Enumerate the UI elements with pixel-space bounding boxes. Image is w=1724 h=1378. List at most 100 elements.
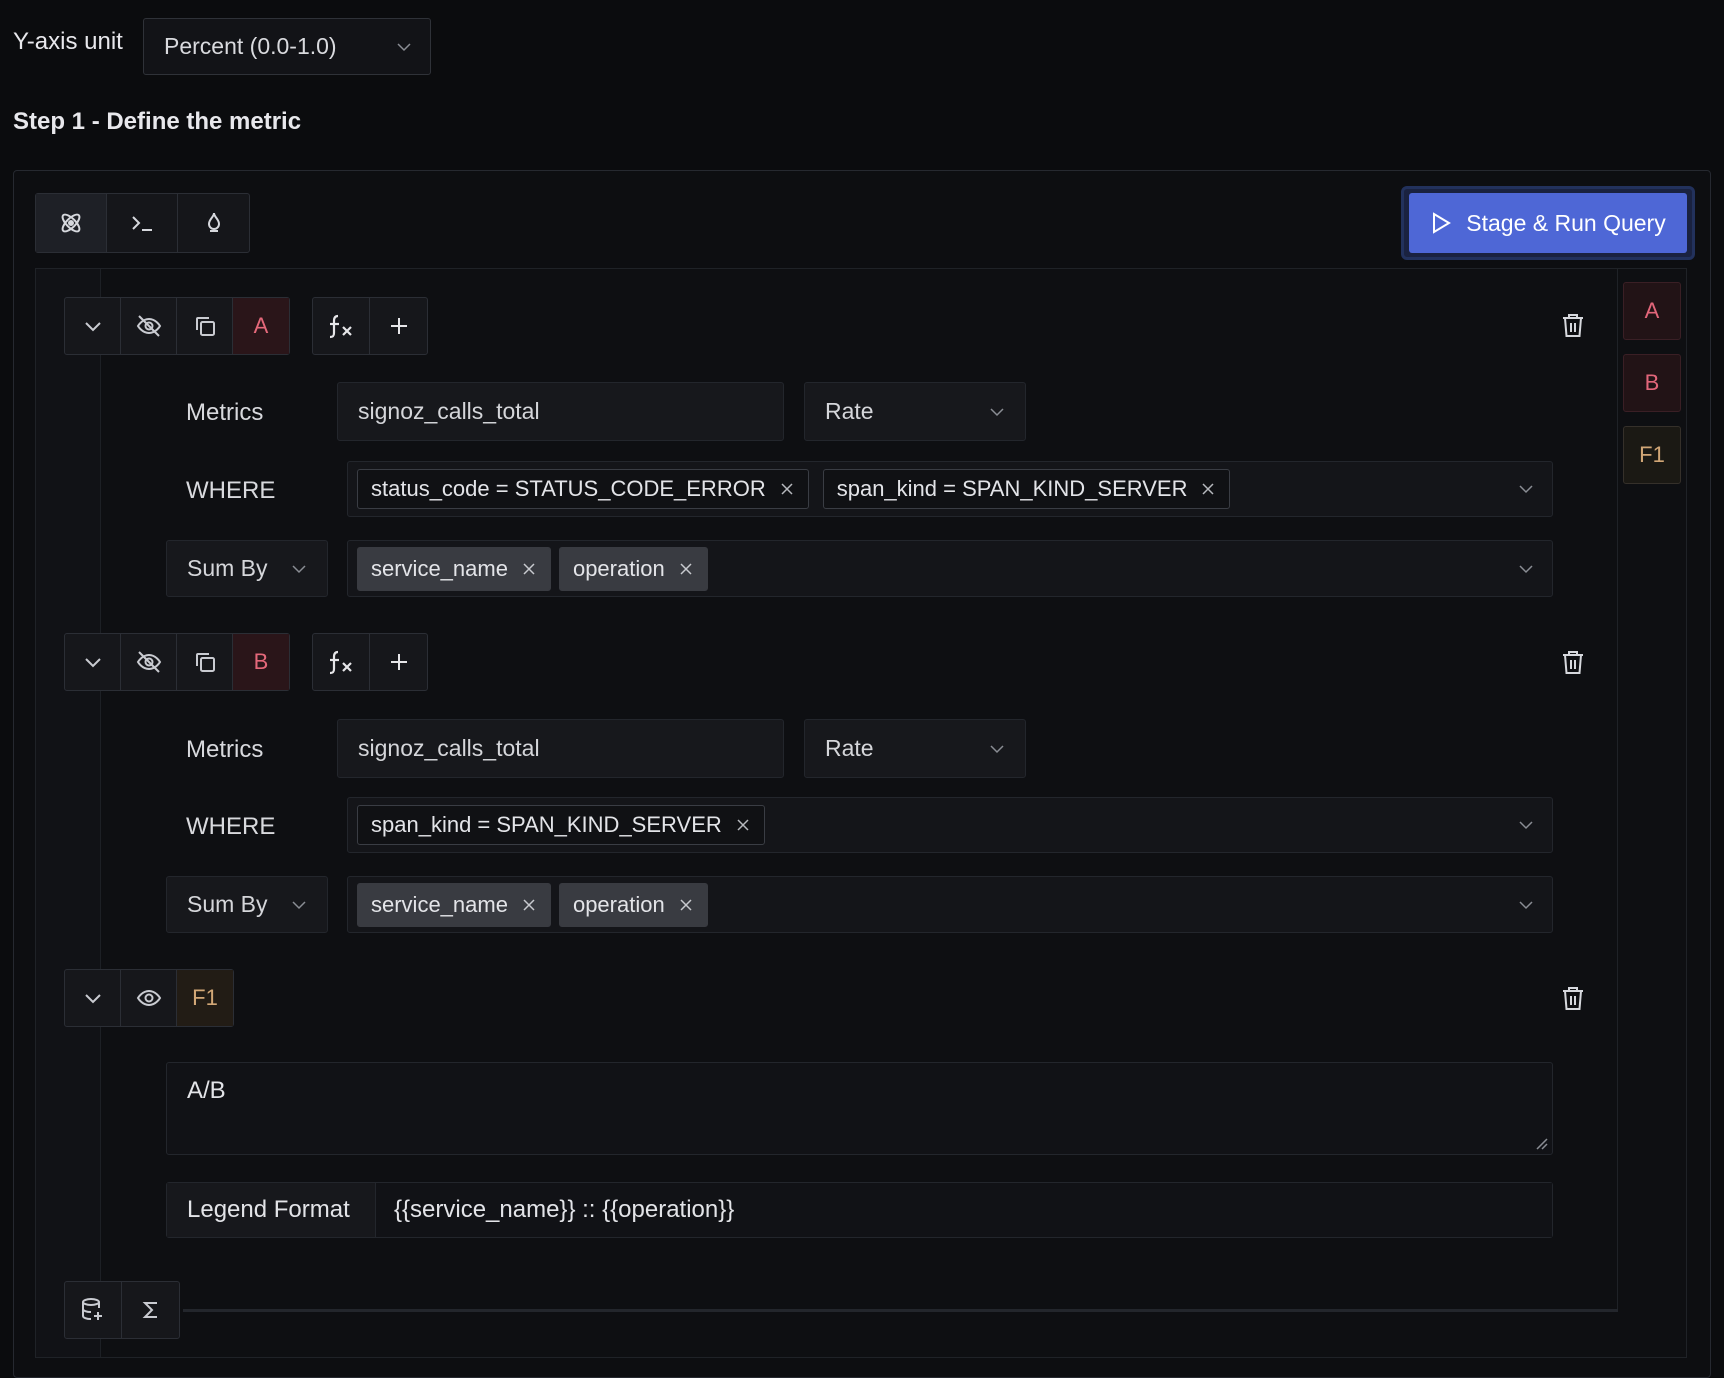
add-button[interactable]	[370, 298, 427, 354]
chevron-down-icon	[84, 658, 101, 668]
collapse-query-button[interactable]	[65, 298, 121, 354]
aggregation-select[interactable]: Rate	[804, 382, 1026, 441]
eye-icon	[136, 989, 161, 1007]
group-by-value: Sum By	[187, 891, 268, 917]
function-icon	[329, 650, 352, 675]
chevron-down-icon	[1519, 900, 1533, 909]
toggle-visibility-button[interactable]	[121, 970, 177, 1026]
where-filter-input[interactable]: span_kind = SPAN_KIND_SERVER	[347, 797, 1553, 853]
where-label: WHERE	[186, 477, 276, 504]
plus-icon	[390, 654, 407, 670]
y-axis-unit-select[interactable]: Percent (0.0-1.0)	[143, 18, 431, 75]
close-icon[interactable]	[1201, 482, 1215, 496]
sigma-icon	[142, 1302, 157, 1318]
formula-letter[interactable]: F1	[177, 970, 233, 1026]
group-by-select[interactable]: Sum By	[166, 540, 328, 597]
eye-off-icon	[136, 315, 161, 337]
database-plus-icon	[82, 1298, 102, 1320]
add-query-toolbar	[64, 1281, 180, 1339]
formula-f1-toolbar: F1	[64, 969, 234, 1027]
promql-mode-button[interactable]	[178, 194, 249, 252]
metric-name-input[interactable]: signoz_calls_total	[337, 382, 784, 441]
add-query-button[interactable]	[65, 1282, 122, 1338]
query-builder-mode-button[interactable]	[36, 194, 107, 252]
close-icon[interactable]	[736, 818, 750, 832]
collapse-query-button[interactable]	[65, 634, 121, 690]
y-axis-unit-value: Percent (0.0-1.0)	[164, 33, 337, 59]
chevron-down-icon	[397, 42, 411, 51]
chevron-down-icon	[292, 900, 306, 909]
query-editor-mode-button[interactable]	[107, 194, 178, 252]
duplicate-query-button[interactable]	[177, 298, 233, 354]
aggregation-value: Rate	[825, 735, 874, 761]
chevron-down-icon	[990, 407, 1004, 416]
toggle-visibility-button[interactable]	[121, 634, 177, 690]
filter-tag: span_kind = SPAN_KIND_SERVER	[357, 805, 765, 845]
stage-run-query-label: Stage & Run Query	[1466, 209, 1666, 236]
function-icon	[329, 314, 352, 339]
filter-tag: span_kind = SPAN_KIND_SERVER	[822, 469, 1231, 509]
legend-format-field: Legend Format {{service_name}} :: {{oper…	[166, 1182, 1553, 1238]
close-icon[interactable]	[522, 562, 536, 576]
query-letter[interactable]: A	[233, 298, 289, 354]
chevron-down-icon	[292, 564, 306, 573]
aggregation-value: Rate	[825, 398, 874, 424]
group-by-tag: service_name	[357, 882, 551, 927]
copy-icon	[195, 653, 215, 672]
side-tab-formula-f1[interactable]: F1	[1623, 426, 1681, 484]
metric-name-input[interactable]: signoz_calls_total	[337, 719, 784, 778]
side-tab-query-b[interactable]: B	[1623, 354, 1681, 412]
group-by-select[interactable]: Sum By	[166, 876, 328, 933]
resize-handle-icon[interactable]	[1534, 1136, 1548, 1150]
filter-tag: status_code = STATUS_CODE_ERROR	[357, 469, 809, 509]
filter-tag-label: span_kind = SPAN_KIND_SERVER	[371, 812, 722, 837]
query-rail	[36, 269, 101, 1357]
trash-icon	[1563, 987, 1583, 1010]
close-icon[interactable]	[780, 482, 794, 496]
close-icon[interactable]	[522, 898, 536, 912]
toggle-visibility-button[interactable]	[121, 298, 177, 354]
metric-name-value: signoz_calls_total	[358, 735, 540, 761]
group-by-tag-label: service_name	[371, 891, 508, 917]
aggregation-select[interactable]: Rate	[804, 719, 1026, 778]
where-filter-input[interactable]: status_code = STATUS_CODE_ERROR span_kin…	[347, 461, 1553, 517]
query-mode-toolbar	[35, 193, 250, 253]
delete-query-button[interactable]	[1558, 647, 1588, 677]
query-letter[interactable]: B	[233, 634, 289, 690]
add-button[interactable]	[370, 634, 427, 690]
close-icon[interactable]	[679, 562, 693, 576]
divider	[1617, 269, 1618, 1309]
divider	[183, 1309, 1618, 1312]
collapse-formula-button[interactable]	[65, 970, 121, 1026]
stage-run-query-button[interactable]: Stage & Run Query	[1409, 193, 1687, 253]
group-by-tag-label: service_name	[371, 555, 508, 581]
group-by-input[interactable]: service_name operation	[347, 876, 1553, 933]
metrics-label: Metrics	[186, 399, 264, 426]
add-function-button[interactable]	[313, 298, 370, 354]
add-formula-button[interactable]	[122, 1282, 179, 1338]
query-a-toolbar: A	[64, 297, 290, 355]
group-by-tag-label: operation	[572, 555, 665, 581]
where-label: WHERE	[186, 813, 276, 840]
group-by-tag: service_name	[357, 546, 551, 591]
side-tab-query-a[interactable]: A	[1623, 282, 1681, 340]
close-icon[interactable]	[679, 898, 693, 912]
atom-icon	[61, 213, 81, 233]
step-title: Step 1 - Define the metric	[13, 108, 302, 135]
copy-icon	[195, 317, 215, 336]
metrics-label: Metrics	[186, 736, 264, 763]
delete-formula-button[interactable]	[1558, 983, 1588, 1013]
group-by-value: Sum By	[187, 555, 268, 581]
group-by-input[interactable]: service_name operation	[347, 540, 1553, 597]
add-function-button[interactable]	[313, 634, 370, 690]
chevron-down-icon	[1519, 564, 1533, 573]
filter-tag-label: span_kind = SPAN_KIND_SERVER	[836, 476, 1188, 501]
chevron-down-icon	[1519, 821, 1533, 830]
legend-format-input[interactable]: {{service_name}} :: {{operation}}	[376, 1183, 1552, 1237]
query-b-toolbar: B	[64, 633, 290, 691]
delete-query-button[interactable]	[1558, 310, 1588, 340]
formula-expression-input[interactable]: A/B	[166, 1062, 1553, 1155]
terminal-icon	[132, 216, 152, 231]
duplicate-query-button[interactable]	[177, 634, 233, 690]
legend-format-label: Legend Format	[167, 1183, 376, 1237]
